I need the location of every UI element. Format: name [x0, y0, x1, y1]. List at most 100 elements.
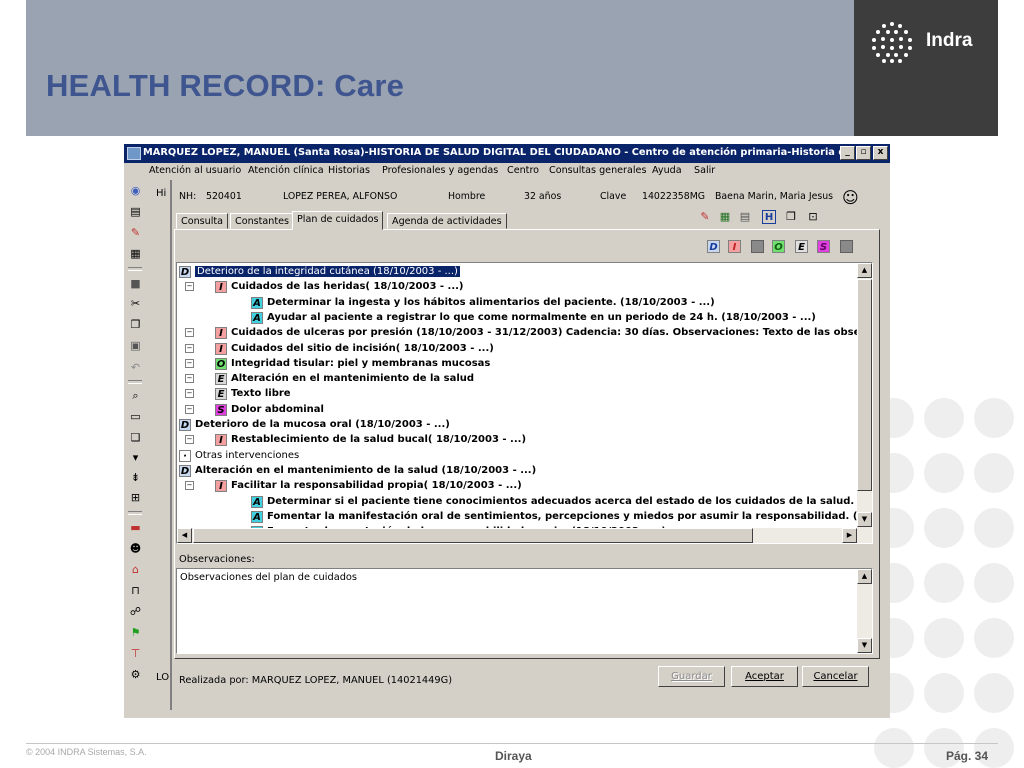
menu-centro[interactable]: Centro: [507, 165, 539, 176]
horizontal-scrollbar[interactable]: ◀ ▶: [177, 528, 857, 543]
grid-icon[interactable]: ▦: [718, 210, 732, 224]
node-type-badge: D: [179, 464, 191, 477]
tree-row[interactable]: − I Cuidados del sitio de incisión( 18/10/…: [185, 341, 494, 356]
edit-icon[interactable]: ✎: [698, 210, 712, 224]
filter-e-button[interactable]: E: [795, 240, 808, 253]
node-type-badge: I: [215, 342, 227, 355]
tree-row[interactable]: D Alteración en el mantenimiento de la sa…: [179, 463, 536, 478]
home-icon[interactable]: ⌂: [129, 563, 142, 576]
save-icon[interactable]: ■: [129, 277, 142, 290]
tree-row[interactable]: A Determinar la ingesta y los hábitos ali…: [251, 295, 715, 310]
cut-icon[interactable]: ✂: [129, 297, 142, 310]
expander-icon[interactable]: −: [185, 328, 194, 338]
expander-icon[interactable]: −: [185, 374, 194, 384]
aceptar-button[interactable]: Aceptar: [731, 666, 798, 687]
guardar-button[interactable]: Guardar: [658, 666, 725, 687]
history-icon[interactable]: H: [762, 210, 776, 224]
filter-d-button[interactable]: D: [707, 240, 720, 253]
paste-icon[interactable]: ▣: [129, 339, 142, 352]
tree-row[interactable]: A Fomentar la manifestación oral de senti…: [251, 509, 872, 524]
bed-icon[interactable]: ⊓: [129, 584, 142, 597]
card-icon[interactable]: ▬: [129, 521, 142, 534]
clipboard-icon[interactable]: ▤: [129, 205, 142, 218]
menu-historias[interactable]: Historias: [328, 165, 370, 176]
expander-icon[interactable]: −: [185, 358, 194, 368]
chart-icon[interactable]: ▦: [129, 247, 142, 260]
move-down-icon[interactable]: ⇟: [129, 471, 142, 484]
filter-s-button[interactable]: S: [817, 240, 830, 253]
tab-agenda[interactable]: Agenda de actividades: [387, 213, 507, 229]
expander-icon[interactable]: −: [185, 282, 194, 292]
expander-icon[interactable]: −: [185, 481, 194, 491]
tree-row[interactable]: − I Restablecimiento de la salud bucal( 18…: [185, 432, 526, 447]
tree-row[interactable]: − E Texto libre: [185, 386, 291, 401]
cancelar-button[interactable]: Cancelar: [802, 666, 869, 687]
node-type-badge: A: [251, 510, 263, 523]
menu-ayuda[interactable]: Ayuda: [652, 165, 682, 176]
scroll-left-button[interactable]: ◀: [177, 528, 192, 543]
calendar-icon[interactable]: ▤: [738, 210, 752, 224]
tree-row[interactable]: − I Cuidados de las heridas( 18/10/2003 - …: [185, 279, 464, 294]
scroll-thumb[interactable]: [857, 279, 872, 491]
tab-constantes[interactable]: Constantes: [230, 213, 295, 229]
tree-row[interactable]: A Determinar si el paciente tiene conocim…: [251, 494, 872, 509]
tree-row[interactable]: D Deterioro de la integridad cutánea (18/…: [179, 264, 460, 279]
node-type-badge: A: [251, 495, 263, 508]
window-titlebar[interactable]: MARQUEZ LOPEZ, MANUEL (Santa Rosa)-HISTO…: [124, 144, 890, 163]
tools-icon[interactable]: ⚙: [129, 668, 142, 681]
person-icon[interactable]: ☻: [129, 542, 142, 555]
network-icon[interactable]: ☍: [129, 605, 142, 618]
tree-row[interactable]: − I Facilitar la responsabilidad propia( 1…: [185, 478, 522, 493]
menu-profesionales[interactable]: Profesionales y agendas: [382, 165, 498, 176]
menu-salir[interactable]: Salir: [694, 165, 715, 176]
menu-atencion-clinica[interactable]: Atención clínica: [248, 165, 324, 176]
tree-row[interactable]: − S Dolor abdominal: [185, 402, 324, 417]
tree-row[interactable]: − I Cuidados de ulceras por presión (18/10…: [185, 325, 872, 340]
menu-atencion-usuario[interactable]: Atención al usuario: [149, 165, 241, 176]
flag-icon[interactable]: ⚑: [129, 626, 142, 639]
pages-icon[interactable]: ❏: [129, 431, 142, 444]
search-icon[interactable]: ⌕: [129, 389, 142, 402]
arrow-down-icon[interactable]: ▾: [129, 451, 142, 464]
care-plan-tree[interactable]: D Deterioro de la integridad cutánea (18/…: [176, 262, 873, 544]
footer-page-number: Pág. 34: [946, 749, 989, 763]
tab-consulta[interactable]: Consulta: [176, 213, 229, 229]
observations-scrollbar[interactable]: ▲ ▼: [857, 569, 872, 653]
documents-icon[interactable]: ❐: [784, 210, 798, 224]
tab-plan-de-cuidados[interactable]: Plan de cuidados: [292, 211, 384, 230]
minimize-button[interactable]: _: [840, 146, 855, 160]
scroll-up-button[interactable]: ▲: [857, 263, 872, 278]
globe-icon[interactable]: ◉: [129, 184, 142, 197]
expander-icon[interactable]: −: [185, 435, 194, 445]
scroll-down-button[interactable]: ▼: [857, 512, 872, 527]
copy-icon[interactable]: ❐: [129, 318, 142, 331]
expander-icon[interactable]: −: [185, 389, 194, 399]
scroll-right-button[interactable]: ▶: [842, 528, 857, 543]
syringe-icon[interactable]: ✎: [129, 226, 142, 239]
lock-icon[interactable]: ⊡: [806, 210, 820, 224]
tree-row[interactable]: D Deterioro de la mucosa oral (18/10/2003…: [179, 417, 450, 432]
observations-field[interactable]: Observaciones del plan de cuidados ▲ ▼: [176, 568, 873, 654]
expander-icon[interactable]: −: [185, 343, 194, 353]
filter-i-button[interactable]: I: [728, 240, 741, 253]
obs-scroll-down-button[interactable]: ▼: [857, 638, 872, 653]
restore-button[interactable]: ▫: [856, 146, 871, 160]
close-button[interactable]: x: [873, 146, 888, 160]
filter-gray-button-2[interactable]: [840, 240, 853, 253]
tree-row[interactable]: − O Integridad tisular: piel y membranas m…: [185, 356, 490, 371]
obs-scroll-up-button[interactable]: ▲: [857, 569, 872, 584]
expander-icon[interactable]: −: [185, 404, 194, 414]
clave-label: Clave: [600, 191, 627, 202]
vertical-scrollbar[interactable]: ▲ ▼: [857, 263, 872, 543]
filter-o-button[interactable]: O: [772, 240, 785, 253]
menu-consultas-generales[interactable]: Consultas generales: [549, 165, 646, 176]
tree-row[interactable]: · Otras intervenciones: [179, 448, 299, 463]
table-icon[interactable]: ⊤: [129, 647, 142, 660]
form-icon[interactable]: ▭: [129, 410, 142, 423]
tree-row[interactable]: − E Alteración en el mantenimiento de la s…: [185, 371, 474, 386]
undo-icon[interactable]: ↶: [129, 361, 142, 374]
scroll-h-thumb[interactable]: [193, 528, 753, 543]
filter-gray-button[interactable]: [751, 240, 764, 253]
tree-row[interactable]: A Ayudar al paciente a registrar lo que c…: [251, 310, 816, 325]
tree-icon[interactable]: ⊞: [129, 491, 142, 504]
